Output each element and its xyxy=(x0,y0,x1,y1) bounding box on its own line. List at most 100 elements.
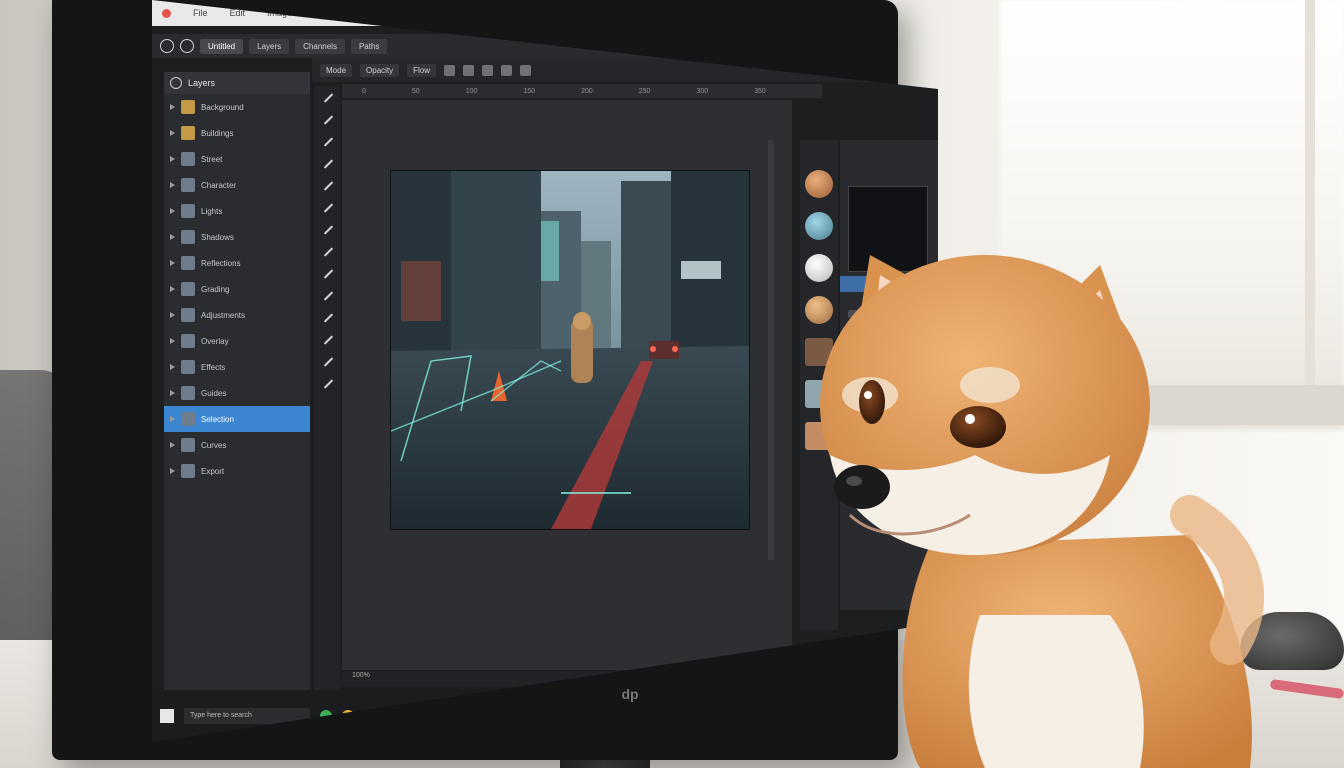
battery-icon[interactable] xyxy=(834,9,842,17)
angle-icon[interactable] xyxy=(501,64,513,76)
pen-tool-icon[interactable] xyxy=(321,290,334,303)
layer-row[interactable]: Street xyxy=(164,146,310,172)
app-icon-teal[interactable] xyxy=(364,710,376,722)
text-tool-icon[interactable] xyxy=(321,312,334,325)
layer-row[interactable]: Character xyxy=(164,172,310,198)
expand-caret-icon[interactable] xyxy=(170,338,175,344)
menu-select[interactable]: Select xyxy=(359,8,384,18)
menu-file[interactable]: File xyxy=(193,8,208,18)
tab-layers[interactable]: Layers xyxy=(249,38,290,54)
pencil-tool-icon[interactable] xyxy=(321,158,334,171)
tools-column xyxy=(314,86,340,692)
menu-window[interactable]: Window xyxy=(489,8,521,18)
layer-row[interactable]: Background xyxy=(164,94,310,120)
expand-caret-icon[interactable] xyxy=(170,442,175,448)
eraser-tool-icon[interactable] xyxy=(321,180,334,193)
layer-row[interactable]: Shadows xyxy=(164,224,310,250)
layer-row[interactable]: Grading xyxy=(164,276,310,302)
expand-caret-icon[interactable] xyxy=(170,234,175,240)
expand-caret-icon[interactable] xyxy=(170,130,175,136)
symmetry-icon[interactable] xyxy=(482,64,494,76)
ruler-tick-label: 100 xyxy=(465,87,478,95)
expand-caret-icon[interactable] xyxy=(170,260,175,266)
eyedropper-tool-icon[interactable] xyxy=(321,378,334,391)
layer-label: Buildings xyxy=(201,128,234,138)
menu-filter[interactable]: Filter xyxy=(406,8,426,18)
layers-icon xyxy=(170,77,182,89)
layer-thumbnail xyxy=(181,412,195,426)
layer-row[interactable]: Reflections xyxy=(164,250,310,276)
canvas-area[interactable] xyxy=(342,100,792,670)
app-toolbar: Untitled Layers Channels Paths xyxy=(152,34,938,58)
opacity-dropdown[interactable]: Opacity xyxy=(360,63,400,77)
expand-caret-icon[interactable] xyxy=(170,468,175,474)
layer-row[interactable]: Overlay xyxy=(164,328,310,354)
layer-thumbnail xyxy=(181,334,195,348)
lasso-tool-icon[interactable] xyxy=(321,114,334,127)
ruler-tick-label: 250 xyxy=(638,87,651,95)
hand-tool-icon[interactable] xyxy=(321,356,334,369)
layer-label: Character xyxy=(201,180,237,190)
expand-caret-icon[interactable] xyxy=(170,364,175,370)
expand-caret-icon[interactable] xyxy=(170,208,175,214)
tab-document[interactable]: Untitled xyxy=(200,38,244,54)
layer-label: Lights xyxy=(201,206,223,216)
heal-tool-icon[interactable] xyxy=(321,268,334,281)
expand-caret-icon[interactable] xyxy=(170,104,175,110)
ruler-tick-label: 300 xyxy=(696,87,709,95)
start-icon[interactable] xyxy=(160,709,174,723)
layer-row[interactable]: Selection xyxy=(164,406,310,432)
expand-caret-icon[interactable] xyxy=(170,312,175,318)
brush-preset-icon[interactable] xyxy=(180,39,194,53)
expand-caret-icon[interactable] xyxy=(170,156,175,162)
expand-caret-icon[interactable] xyxy=(170,416,175,422)
shape-tool-icon[interactable] xyxy=(321,334,334,347)
home-icon[interactable] xyxy=(160,39,174,53)
expand-caret-icon[interactable] xyxy=(170,390,175,396)
menu-view[interactable]: View xyxy=(448,8,467,18)
app-icon-green[interactable] xyxy=(320,710,332,722)
clone-tool-icon[interactable] xyxy=(321,246,334,259)
layer-label: Export xyxy=(201,466,225,476)
layer-label: Curves xyxy=(201,440,227,450)
ruler-tick-label: 0 xyxy=(362,87,366,95)
crop-tool-icon[interactable] xyxy=(321,202,334,215)
expand-caret-icon[interactable] xyxy=(170,182,175,188)
menu-edit[interactable]: Edit xyxy=(230,8,246,18)
close-dot-icon[interactable] xyxy=(162,8,171,18)
menu-image[interactable]: Image xyxy=(267,8,292,18)
wifi-icon[interactable] xyxy=(818,9,826,17)
smoothing-icon[interactable] xyxy=(520,64,532,76)
layer-thumbnail xyxy=(181,256,195,270)
brush-tool-icon[interactable] xyxy=(321,136,334,149)
app-icon-yellow[interactable] xyxy=(342,710,354,722)
taskbar-search[interactable]: Type here to search xyxy=(184,708,310,724)
swatch-orange[interactable] xyxy=(805,170,833,198)
layer-row[interactable]: Export xyxy=(164,458,310,484)
layer-thumbnail xyxy=(181,230,195,244)
tab-channels[interactable]: Channels xyxy=(295,38,345,54)
layer-label: Overlay xyxy=(201,336,229,346)
mode-dropdown[interactable]: Mode xyxy=(320,63,353,77)
airbrush-icon[interactable] xyxy=(444,64,456,76)
artwork-canvas[interactable] xyxy=(390,170,750,530)
move-tool-icon[interactable] xyxy=(321,92,334,105)
layer-row[interactable]: Buildings xyxy=(164,120,310,146)
zoom-tool-icon[interactable] xyxy=(321,224,334,237)
pressure-icon[interactable] xyxy=(463,64,475,76)
flow-dropdown[interactable]: Flow xyxy=(407,63,437,77)
layer-row[interactable]: Lights xyxy=(164,198,310,224)
canvas-vertical-scrollbar[interactable] xyxy=(768,140,774,560)
layer-row[interactable]: Curves xyxy=(164,432,310,458)
layer-row[interactable]: Adjustments xyxy=(164,302,310,328)
menu-layer[interactable]: Layer xyxy=(314,8,337,18)
layer-row[interactable]: Guides xyxy=(164,380,310,406)
tab-paths[interactable]: Paths xyxy=(350,38,388,54)
folder-icon xyxy=(181,100,195,114)
menu-help[interactable]: Help xyxy=(543,8,562,18)
layer-label: Guides xyxy=(201,388,227,398)
layer-row[interactable]: Effects xyxy=(164,354,310,380)
expand-caret-icon[interactable] xyxy=(170,286,175,292)
clock-icon[interactable] xyxy=(850,9,858,17)
app-icon-browser[interactable] xyxy=(386,710,398,722)
